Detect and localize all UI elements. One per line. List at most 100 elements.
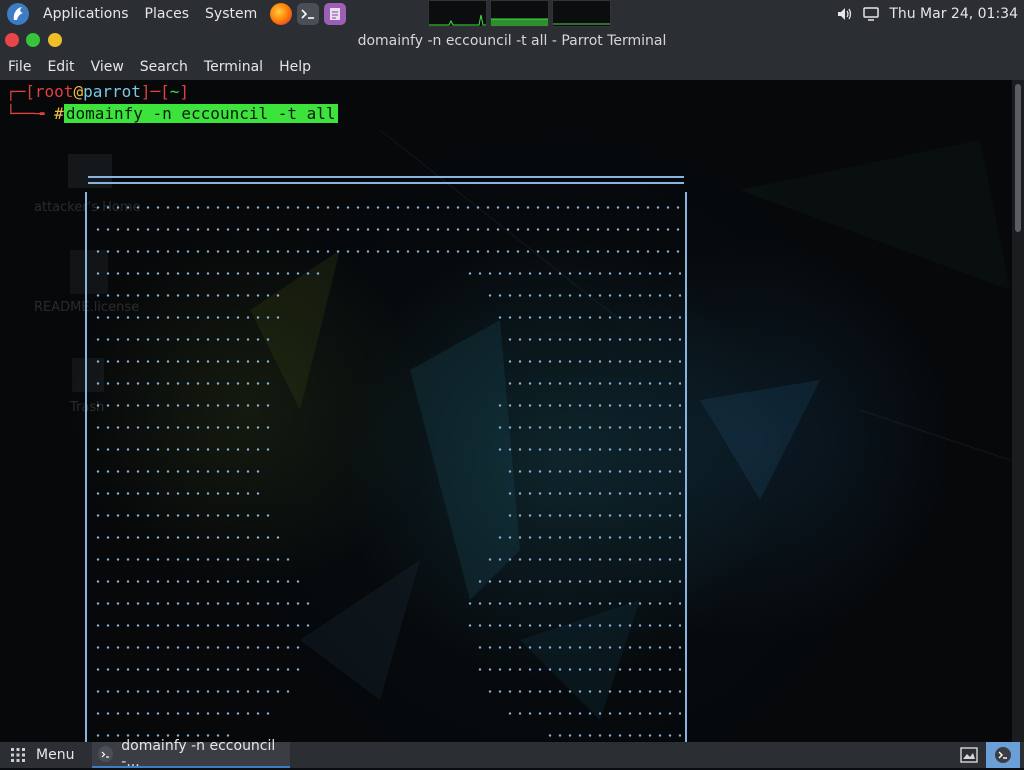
prompt-line-2: └──╼ # domainfy -n eccouncil -t all <box>6 104 338 123</box>
menu-search[interactable]: Search <box>132 59 196 75</box>
banner-dot-row <box>93 668 300 671</box>
banner-dot-row <box>475 668 681 671</box>
grid-icon <box>11 748 25 762</box>
firefox-icon[interactable] <box>270 2 293 25</box>
command-text[interactable]: domainfy -n eccouncil -t all <box>63 104 338 123</box>
taskbar-tray <box>956 742 1024 768</box>
banner-dot-row <box>93 514 270 517</box>
text-editor-icon[interactable] <box>324 2 347 25</box>
prompt-dir: ~ <box>169 82 180 101</box>
menu-button[interactable]: Menu <box>0 742 84 768</box>
banner-dot-row <box>93 294 280 297</box>
parrot-logo-icon[interactable] <box>7 2 29 25</box>
menu-label: Places <box>144 5 190 22</box>
banner-dot-row <box>505 514 681 517</box>
banner-dot-row <box>93 602 310 605</box>
prompt-host: parrot <box>83 82 141 101</box>
banner-dot-row <box>93 734 230 737</box>
banner-dot-row <box>485 558 681 561</box>
banner-dot-row <box>465 624 681 627</box>
banner-dot-row <box>485 690 681 693</box>
volume-icon[interactable] <box>837 7 853 21</box>
banner-dot-row <box>93 272 320 275</box>
banner-dot-row <box>495 426 681 429</box>
prompt-line-1: ┌─[root@parrot]─[~] <box>6 82 189 101</box>
banner-dot-row <box>93 426 270 429</box>
menu-label: Applications <box>43 5 129 22</box>
banner-left-border <box>85 192 87 742</box>
scrollbar-thumb[interactable] <box>1015 84 1021 232</box>
banner-dot-row <box>93 536 280 539</box>
menu-help[interactable]: Help <box>271 59 319 75</box>
banner-dot-row <box>93 492 260 495</box>
terminal-icon[interactable] <box>297 2 320 25</box>
banner-dot-row <box>505 470 681 473</box>
banner-dot-row <box>93 712 270 715</box>
banner-dot-row <box>505 382 681 385</box>
window-title: domainfy -n eccouncil -t all - Parrot Te… <box>357 32 667 49</box>
banner-dot-row <box>505 360 681 363</box>
banner-dot-row <box>465 272 681 275</box>
menu-applications[interactable]: Applications <box>35 0 137 27</box>
screenshot-tool-icon[interactable] <box>956 742 982 768</box>
banner-dot-row <box>93 470 260 473</box>
menu-label: System <box>205 5 258 22</box>
system-tray: Thu Mar 24, 01:34 <box>837 0 1024 27</box>
prompt-arrow: └──╼ <box>6 104 55 123</box>
banner-dot-row <box>495 536 681 539</box>
minimize-button[interactable] <box>48 33 62 47</box>
banner-dot-row <box>505 338 681 341</box>
menu-terminal[interactable]: Terminal <box>196 59 271 75</box>
banner-dot-row <box>93 448 270 451</box>
banner-dot-row <box>545 734 681 737</box>
banner-dot-row <box>93 404 270 407</box>
clock[interactable]: Thu Mar 24, 01:34 <box>889 6 1018 22</box>
banner-dot-row <box>93 646 300 649</box>
terminal-menubar: File Edit View Search Terminal Help <box>0 54 1024 80</box>
prompt-symbol: # <box>54 104 64 123</box>
system-monitor[interactable] <box>428 0 611 27</box>
terminal-icon[interactable] <box>986 742 1020 768</box>
top-panel: Applications Places System Thu Mar 24, 0… <box>0 0 1024 27</box>
taskbar-window-button[interactable]: domainfy -n eccouncil -... <box>92 738 290 770</box>
banner-dot-row <box>485 294 681 297</box>
menu-label: Menu <box>36 747 75 763</box>
prompt-bracket: ┌─[ <box>6 82 35 101</box>
banner-dot-row <box>475 646 681 649</box>
prompt-bracket: ]─[ <box>140 82 170 101</box>
banner-right-border <box>685 192 687 742</box>
banner-dot-row <box>93 206 681 209</box>
maximize-button[interactable] <box>26 33 40 47</box>
menu-view[interactable]: View <box>83 59 132 75</box>
banner-dot-row <box>93 360 270 363</box>
window-titlebar[interactable]: domainfy -n eccouncil -t all - Parrot Te… <box>0 27 1024 54</box>
banner-dot-row <box>93 690 290 693</box>
ascii-banner <box>85 176 688 742</box>
banner-dot-row <box>93 624 310 627</box>
terminal-output[interactable]: attacker's Home README.license Trash ┌─[… <box>0 80 1012 742</box>
banner-dot-row <box>505 492 681 495</box>
banner-dot-row <box>495 316 681 319</box>
menu-file[interactable]: File <box>0 59 39 75</box>
banner-dot-row <box>93 382 270 385</box>
banner-dot-row <box>495 404 681 407</box>
task-label: domainfy -n eccouncil -... <box>121 738 276 770</box>
banner-dot-row <box>505 712 681 715</box>
banner-top-border <box>88 176 684 184</box>
close-button[interactable] <box>5 33 19 47</box>
memory-graph <box>490 0 549 27</box>
banner-dot-row <box>93 228 681 231</box>
menu-edit[interactable]: Edit <box>39 59 82 75</box>
prompt-bracket: ] <box>179 82 190 101</box>
banner-dot-row <box>495 448 681 451</box>
prompt-user: root <box>34 82 74 101</box>
menu-system[interactable]: System <box>197 0 265 27</box>
banner-dot-row <box>93 338 270 341</box>
prompt-at: @ <box>73 82 84 101</box>
network-graph <box>552 0 611 27</box>
cpu-graph <box>428 0 487 27</box>
banner-dot-row <box>93 316 280 319</box>
terminal-scrollbar[interactable] <box>1012 80 1024 742</box>
menu-places[interactable]: Places <box>137 0 198 27</box>
display-icon[interactable] <box>863 6 880 21</box>
